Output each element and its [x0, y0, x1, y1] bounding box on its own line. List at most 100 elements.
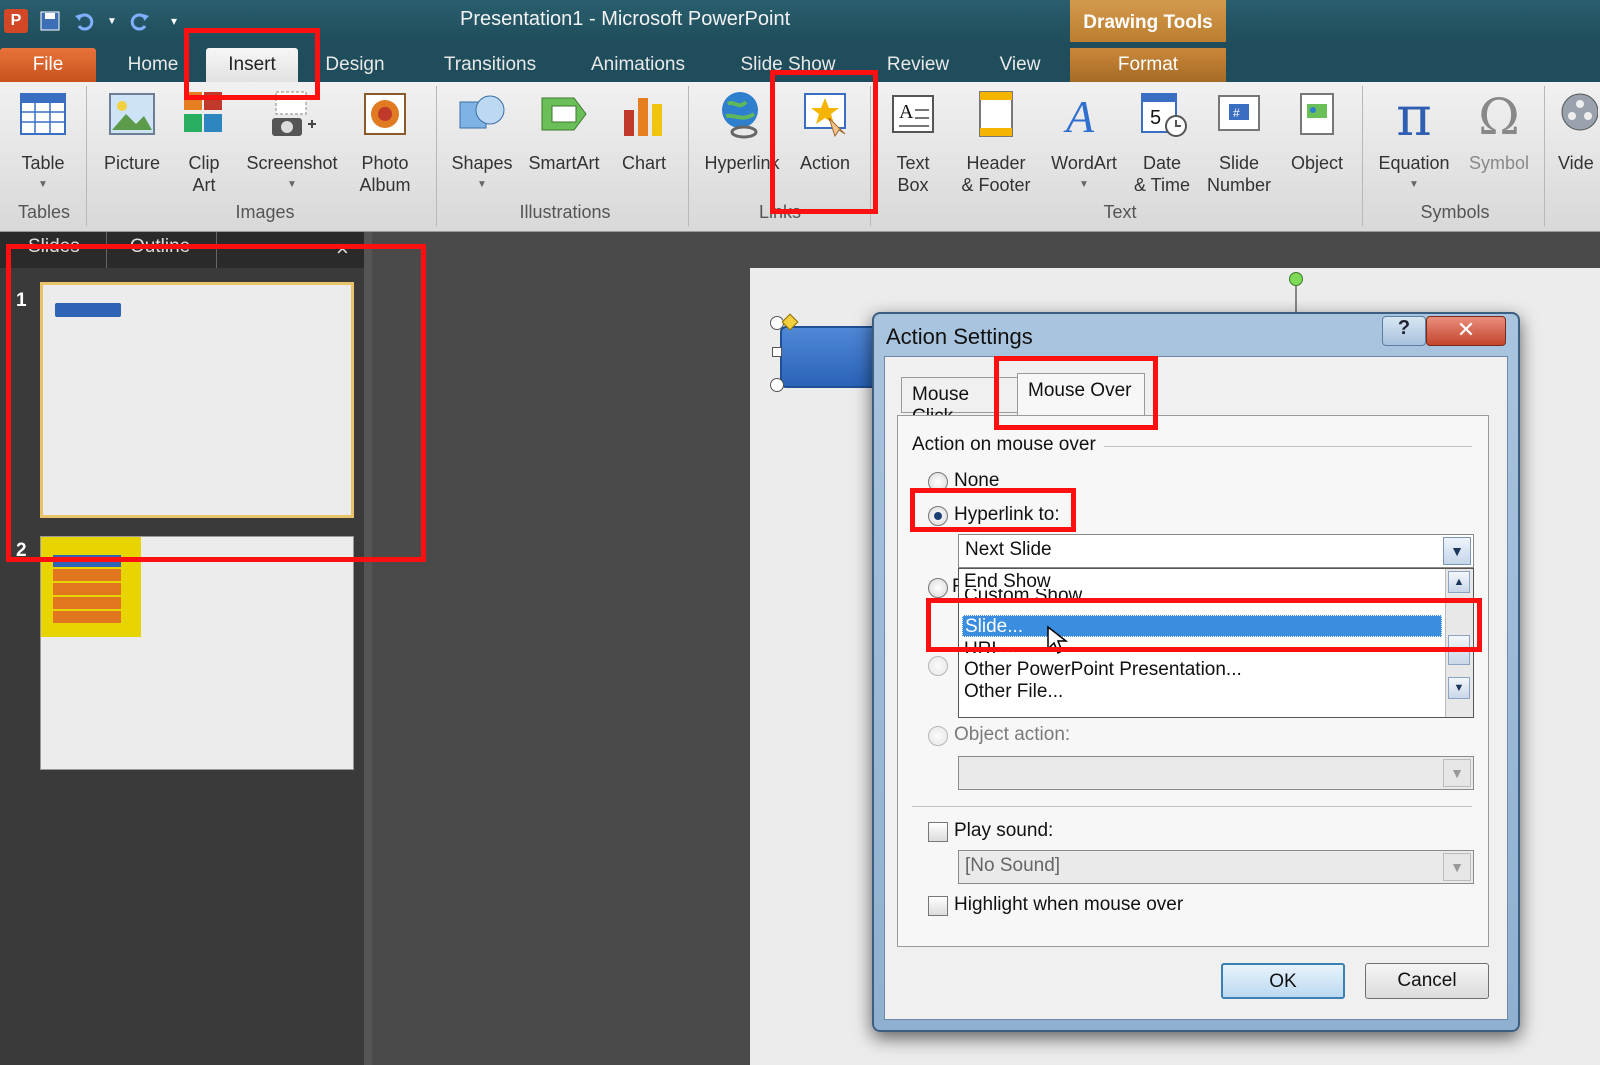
picture-icon	[106, 88, 158, 146]
object-action-select[interactable]: ▼	[958, 756, 1474, 790]
selected-shape[interactable]	[780, 326, 880, 388]
sound-select[interactable]: [No Sound] ▼	[958, 850, 1474, 884]
picture-button[interactable]: Picture	[96, 88, 168, 174]
tab-mouse-click[interactable]: Mouse Click	[901, 377, 1019, 427]
date-time-button[interactable]: 5 Date & Time	[1128, 88, 1196, 196]
ok-button[interactable]: OK	[1221, 963, 1345, 999]
scroll-thumb[interactable]	[1448, 635, 1470, 665]
radio-none[interactable]	[928, 472, 948, 492]
slide-thumbnail-1[interactable]	[40, 282, 354, 518]
clip-art-button[interactable]: Clip Art	[176, 88, 232, 196]
powerpoint-window: P ▼ ▾ Presentation1 - Microsoft PowerPoi…	[0, 0, 1600, 1065]
tab-transitions[interactable]: Transitions	[428, 48, 552, 82]
tab-animations[interactable]: Animations	[576, 48, 700, 82]
list-item[interactable]: Other PowerPoint Presentation...	[962, 659, 1442, 681]
photo-album-label-line2: Album	[359, 175, 411, 195]
powerpoint-logo-icon[interactable]: P	[4, 9, 28, 33]
chevron-down-icon[interactable]: ▼	[1443, 853, 1471, 881]
chart-icon	[618, 88, 670, 146]
tab-view[interactable]: View	[980, 48, 1060, 82]
drawing-tools-label: Drawing Tools	[1070, 0, 1226, 48]
svg-text:A: A	[1063, 91, 1095, 140]
section-label: Action on mouse over	[912, 434, 1096, 455]
pane-splitter[interactable]	[364, 232, 372, 1065]
highlight-label: Highlight when mouse over	[954, 894, 1184, 915]
slide-number-button[interactable]: # Slide Number	[1200, 88, 1278, 196]
screenshot-label: Screenshot	[246, 153, 338, 173]
undo-icon[interactable]	[72, 9, 96, 33]
group-label-text: Text	[1103, 202, 1137, 222]
pi-icon: π	[1396, 85, 1432, 148]
scroll-up-icon[interactable]: ▲	[1448, 571, 1470, 593]
hyperlink-dropdown-list: End Show Custom Show... Slide... URL... …	[958, 568, 1474, 718]
list-item[interactable]: URL...	[962, 639, 1442, 653]
resize-handle[interactable]	[770, 378, 784, 392]
hyperlink-button[interactable]: Hyperlink	[696, 88, 788, 174]
slide-thumbnail-2[interactable]	[40, 536, 354, 770]
chevron-down-icon[interactable]: ▼	[1443, 759, 1471, 787]
hyperlink-select[interactable]: Next Slide ▼	[958, 534, 1474, 568]
redo-icon[interactable]	[128, 9, 152, 33]
pane-tab-divider	[216, 232, 217, 268]
title-bar: P ▼ ▾ Presentation1 - Microsoft PowerPoi…	[0, 0, 1600, 48]
close-icon[interactable]: ✕	[1426, 316, 1506, 346]
screenshot-button[interactable]: Screenshot ▼	[240, 88, 344, 196]
svg-text:#: #	[1233, 106, 1240, 120]
rotation-handle[interactable]	[1289, 272, 1303, 286]
hyperlink-icon	[716, 88, 768, 146]
radio-run-program[interactable]	[928, 578, 948, 598]
shapes-button[interactable]: Shapes ▼	[446, 88, 518, 196]
tab-slide-show[interactable]: Slide Show	[726, 48, 850, 82]
group-separator	[86, 86, 87, 226]
resize-handle[interactable]	[772, 347, 782, 357]
undo-dropdown-icon[interactable]: ▼	[106, 9, 118, 33]
table-label: Table	[21, 153, 65, 173]
date-time-label-line2: & Time	[1133, 175, 1190, 195]
tab-home[interactable]: Home	[110, 48, 196, 82]
tab-outline[interactable]: Outline	[130, 236, 190, 258]
tab-insert[interactable]: Insert	[206, 48, 298, 82]
play-sound-checkbox[interactable]	[928, 822, 948, 842]
text-box-button[interactable]: A Text Box	[880, 88, 946, 196]
object-button[interactable]: Object	[1284, 88, 1350, 174]
table-button[interactable]: Table ▼	[8, 88, 78, 196]
tab-mouse-over[interactable]: Mouse Over	[1017, 373, 1145, 415]
highlight-checkbox[interactable]	[928, 896, 948, 916]
customize-qat-icon[interactable]: ▾	[162, 9, 186, 33]
tab-file[interactable]: File	[0, 48, 96, 82]
screenshot-dropdown-icon: ▼	[287, 179, 297, 190]
header-footer-button[interactable]: Header & Footer	[950, 88, 1042, 196]
list-scrollbar[interactable]: ▲ ▼	[1445, 569, 1473, 717]
tab-format[interactable]: Format	[1070, 48, 1226, 82]
list-item-selected[interactable]: Slide...	[962, 615, 1442, 637]
wordart-button[interactable]: A WordArt ▼	[1044, 88, 1124, 196]
tab-design[interactable]: Design	[310, 48, 400, 82]
smartart-icon	[538, 88, 590, 146]
svg-text:A: A	[899, 101, 914, 123]
action-button[interactable]: Action	[790, 88, 860, 174]
list-item[interactable]: Other File...	[962, 681, 1442, 703]
chevron-down-icon[interactable]: ▼	[1443, 537, 1471, 565]
symbol-button[interactable]: Ω Symbol	[1462, 88, 1536, 174]
cancel-button[interactable]: Cancel	[1365, 963, 1489, 999]
video-button[interactable]: Vide	[1552, 88, 1600, 174]
header-footer-label-line2: & Footer	[961, 175, 1031, 195]
radio-run-macro[interactable]	[928, 656, 948, 676]
list-item[interactable]: Custom Show...	[962, 589, 1442, 603]
save-icon[interactable]	[38, 9, 62, 33]
thumbnail-shape	[53, 569, 121, 581]
table-dropdown-icon: ▼	[38, 179, 48, 190]
photo-album-button[interactable]: Photo Album	[350, 88, 420, 196]
tab-review[interactable]: Review	[872, 48, 964, 82]
radio-hyperlink-to[interactable]	[928, 506, 948, 526]
smartart-button[interactable]: SmartArt	[522, 88, 606, 174]
help-icon[interactable]: ?	[1382, 316, 1426, 346]
play-sound-label: Play sound:	[954, 820, 1054, 841]
tab-slides[interactable]: Slides	[28, 236, 80, 258]
chart-button[interactable]: Chart	[612, 88, 676, 174]
slide-number-1: 1	[16, 290, 27, 311]
scroll-down-icon[interactable]: ▼	[1448, 677, 1470, 699]
equation-button[interactable]: π Equation ▼	[1370, 88, 1458, 196]
radio-object-action[interactable]	[928, 726, 948, 746]
close-icon[interactable]: ×	[336, 236, 349, 262]
